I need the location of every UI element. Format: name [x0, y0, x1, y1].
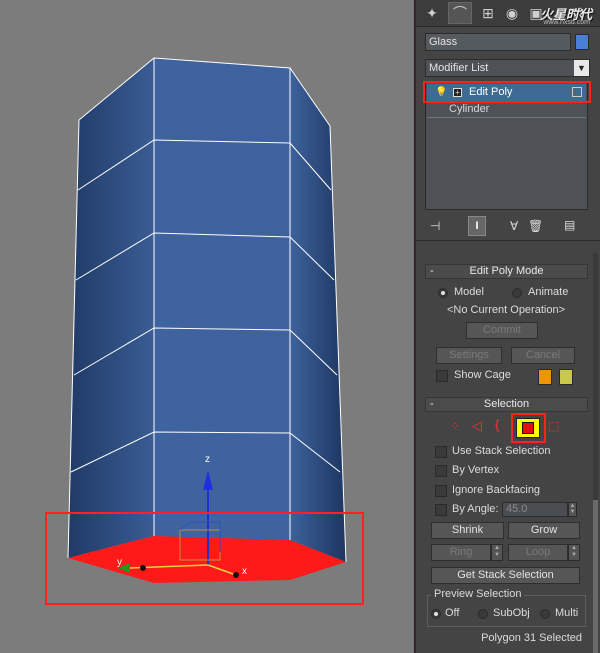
model-label: Model [454, 286, 484, 298]
by-angle-checkbox[interactable] [435, 504, 447, 516]
pin-stack-icon[interactable]: ⊣ [430, 219, 440, 233]
hierarchy-icon[interactable]: ⊞ [476, 2, 500, 24]
make-unique-icon[interactable]: ∀ [510, 219, 518, 233]
preview-subobj-label: SubObj [493, 607, 530, 619]
cylinder-left-face [68, 58, 154, 558]
gizmo-z-label: z [205, 454, 210, 465]
preview-selection-label: Preview Selection [431, 588, 525, 600]
preview-off-radio[interactable] [431, 609, 441, 619]
collapse-icon[interactable]: - [430, 265, 434, 278]
by-vertex-label: By Vertex [452, 464, 500, 476]
ring-button[interactable]: Ring [431, 544, 491, 561]
create-icon[interactable]: ✦ [420, 2, 444, 24]
edge-icon[interactable]: ◁ [472, 418, 482, 434]
viewport[interactable]: z y x [0, 0, 413, 653]
loop-button[interactable]: Loop [508, 544, 568, 561]
get-stack-selection-button[interactable]: Get Stack Selection [431, 567, 580, 584]
object-name-field[interactable]: Glass [425, 33, 571, 51]
cage-color-swatch-2[interactable] [559, 369, 573, 385]
highlight-selected-polygon [45, 512, 364, 605]
modifier-list-label: Modifier List [429, 62, 489, 74]
configure-sets-icon[interactable]: ▤ [564, 218, 575, 232]
vertex-icon[interactable]: ⁘ [450, 419, 460, 433]
watermark-url: www.hxsd.com [543, 19, 590, 26]
by-angle-label: By Angle: [452, 503, 499, 515]
animate-label: Animate [528, 286, 569, 298]
command-panel-tabs: ✦ ⌒ ⊞ ◉ ▣ ⚒ 火星时代 www.hxsd.com [416, 0, 600, 27]
show-end-result-icon[interactable]: I [468, 216, 486, 236]
panel-scrollbar-thumb[interactable] [593, 500, 598, 653]
by-angle-spinner[interactable]: ▲ ▼ [568, 502, 577, 517]
preview-off-label: Off [445, 607, 460, 619]
commit-button[interactable]: Commit [466, 322, 538, 339]
polygon-icon[interactable] [516, 418, 540, 438]
settings-button[interactable]: Settings [436, 347, 502, 364]
motion-icon[interactable]: ◉ [500, 2, 524, 24]
rollout-title: Edit Poly Mode [469, 265, 544, 277]
show-cage-label: Show Cage [454, 369, 511, 381]
animate-radio[interactable] [512, 288, 522, 298]
shrink-button[interactable]: Shrink [431, 522, 504, 539]
stack-item-label: Cylinder [449, 103, 490, 115]
remove-modifier-icon[interactable]: 🗑 [528, 219, 543, 233]
preview-multi-radio[interactable] [540, 609, 550, 619]
ignore-backfacing-label: Ignore Backfacing [452, 484, 541, 496]
command-panel: ✦ ⌒ ⊞ ◉ ▣ ⚒ 火星时代 www.hxsd.com Glass Modi… [416, 0, 600, 653]
model-radio[interactable] [438, 288, 448, 298]
rollout-title: Selection [483, 398, 530, 410]
element-icon[interactable]: ⬚ [548, 419, 559, 433]
stack-toolbar: ⊣ I ∀ 🗑 ▤ [416, 213, 600, 241]
chevron-down-icon[interactable]: ▼ [574, 60, 589, 76]
collapse-icon[interactable]: - [430, 398, 434, 411]
object-color-swatch[interactable] [575, 34, 589, 50]
stack-item-cylinder[interactable]: Cylinder [427, 101, 586, 118]
by-angle-input[interactable]: 45.0 [502, 502, 568, 517]
rollout-selection[interactable]: - Selection [425, 397, 588, 412]
use-stack-selection-label: Use Stack Selection [452, 445, 551, 457]
use-stack-selection-checkbox[interactable] [435, 446, 447, 458]
preview-multi-label: Multi [555, 607, 579, 619]
cage-color-swatch-1[interactable] [538, 369, 552, 385]
highlight-edit-poly [423, 81, 591, 103]
cylinder-far-right-face [290, 68, 346, 562]
modify-icon[interactable]: ⌒ [448, 2, 472, 24]
cancel-button[interactable]: Cancel [511, 347, 575, 364]
ring-spinner[interactable]: ▲ ▼ [491, 544, 503, 561]
grow-button[interactable]: Grow [508, 522, 580, 539]
selection-status: Polygon 31 Selected [481, 632, 582, 644]
border-icon[interactable]: { [495, 417, 499, 432]
loop-spinner[interactable]: ▲ ▼ [568, 544, 580, 561]
ignore-backfacing-checkbox[interactable] [435, 485, 447, 497]
modifier-list-dropdown[interactable]: Modifier List ▼ [425, 59, 590, 77]
by-vertex-checkbox[interactable] [435, 465, 447, 477]
current-operation-label: <No Current Operation> [446, 304, 565, 316]
show-cage-checkbox[interactable] [436, 370, 448, 382]
cylinder-right-face [154, 58, 290, 540]
preview-subobj-radio[interactable] [478, 609, 488, 619]
rollout-edit-poly-mode[interactable]: - Edit Poly Mode [425, 264, 588, 279]
